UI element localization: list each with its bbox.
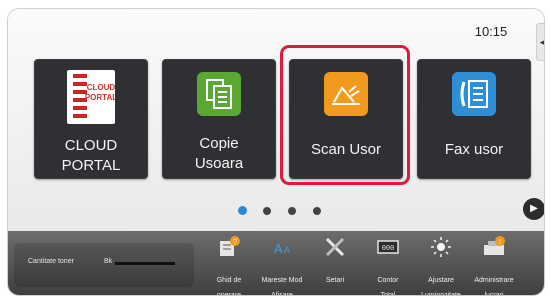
clock: 10:15 bbox=[474, 24, 508, 39]
total-count-button[interactable]: 000 Contor Total bbox=[363, 233, 413, 295]
fax-icon bbox=[452, 72, 496, 116]
func-label-line: Afisare bbox=[271, 292, 293, 296]
settings-button[interactable]: Setari bbox=[310, 233, 360, 293]
counter-icon: 000 bbox=[376, 236, 400, 258]
copy-icon bbox=[197, 72, 241, 116]
tile-label: Copie Usoara bbox=[163, 134, 275, 174]
page-dot[interactable] bbox=[313, 207, 321, 215]
brightness-button[interactable]: Ajustare Luminozitate bbox=[416, 233, 466, 295]
svg-text:?: ? bbox=[233, 239, 237, 246]
guide-icon: ? bbox=[217, 236, 241, 258]
toner-indicator: Cantitate toner Bk bbox=[14, 243, 194, 287]
func-label: Administrare lucrari bbox=[463, 273, 525, 296]
cloud-portal-icon: CLOUD PORTAL bbox=[67, 70, 117, 124]
next-page-button[interactable]: ▶ bbox=[523, 198, 544, 220]
func-label-line: lucrari bbox=[484, 292, 504, 296]
svg-text:CLOUD: CLOUD bbox=[87, 83, 115, 92]
enlarge-display-icon: A A bbox=[270, 236, 294, 258]
settings-icon bbox=[323, 236, 347, 258]
page-indicator bbox=[238, 205, 338, 217]
tile-fax[interactable]: Fax usor bbox=[417, 59, 531, 179]
svg-text:A: A bbox=[274, 241, 283, 256]
toner-color-label: Bk bbox=[104, 258, 113, 265]
brightness-icon bbox=[429, 236, 453, 258]
tile-copy[interactable]: Copie Usoara bbox=[162, 59, 276, 179]
home-screen: 10:15 ◂ll CLOUD PORTAL CLOUD PORTAL bbox=[8, 9, 544, 231]
page-dot-active[interactable] bbox=[238, 206, 247, 215]
side-panel-tab[interactable]: ◂ll bbox=[536, 23, 544, 61]
svg-text:A: A bbox=[284, 245, 290, 255]
svg-text:!: ! bbox=[499, 239, 501, 246]
bottom-bar: Cantitate toner Bk ? Ghid de operare A A… bbox=[8, 231, 544, 295]
counter-display: 000 bbox=[382, 245, 395, 253]
job-status-button[interactable]: ! Administrare lucrari bbox=[469, 233, 519, 295]
guide-button[interactable]: ? Ghid de operare bbox=[204, 233, 254, 295]
tile-label: Fax usor bbox=[444, 141, 504, 158]
page-dot[interactable] bbox=[263, 207, 271, 215]
tile-label-line: Usoara bbox=[194, 155, 244, 172]
job-status-icon: ! bbox=[482, 236, 506, 258]
page-dot[interactable] bbox=[288, 207, 296, 215]
enlarge-display-button[interactable]: A A Mareste Mod Afisare bbox=[257, 233, 307, 295]
tile-label-line: Copie bbox=[199, 135, 239, 152]
tile-cloud-portal[interactable]: CLOUD PORTAL CLOUD PORTAL bbox=[34, 59, 148, 179]
operation-panel: 10:15 ◂ll CLOUD PORTAL CLOUD PORTAL bbox=[7, 8, 545, 296]
func-label-line: Administrare bbox=[474, 277, 514, 284]
svg-text:PORTAL: PORTAL bbox=[85, 93, 115, 102]
toner-level-bar bbox=[115, 262, 175, 265]
selection-highlight bbox=[280, 45, 410, 185]
tile-label: CLOUD PORTAL bbox=[61, 137, 121, 174]
toner-label: Cantitate toner bbox=[28, 258, 74, 265]
